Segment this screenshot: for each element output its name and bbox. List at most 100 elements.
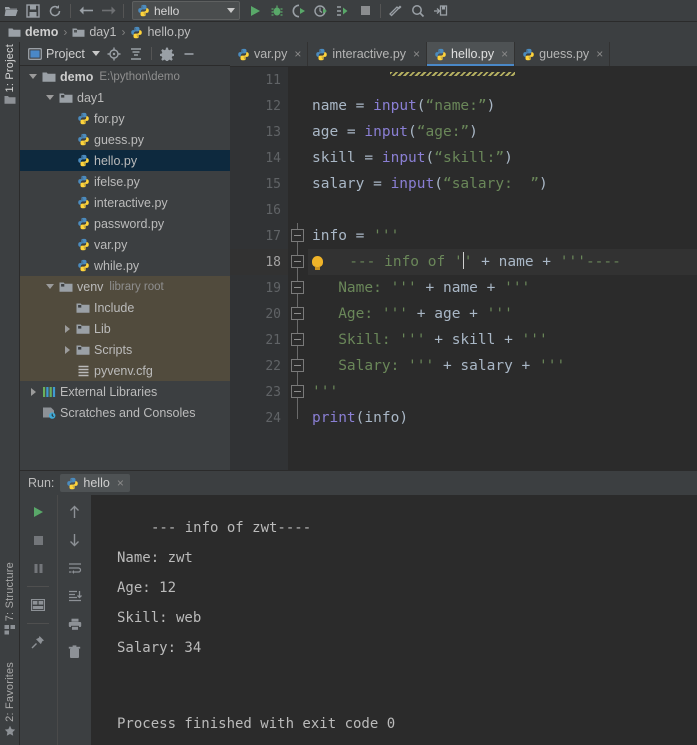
pin-tab-button[interactable] <box>25 629 51 655</box>
run-tab-hello[interactable]: hello × <box>60 474 130 492</box>
fold-region-start-icon[interactable] <box>291 229 304 242</box>
tree-item-venv[interactable]: venv library root <box>20 276 230 297</box>
code-line[interactable] <box>308 197 697 223</box>
build-icon[interactable] <box>385 1 407 21</box>
line-number[interactable]: 18 <box>230 249 288 275</box>
run-more-button[interactable] <box>332 1 354 21</box>
pause-output-button[interactable] <box>25 555 51 581</box>
sidebar-item-favorites[interactable]: 2: Favorites <box>0 662 20 737</box>
tree-item-pyvenv-cfg[interactable]: pyvenv.cfg <box>20 360 230 381</box>
line-number[interactable]: 17 <box>230 223 288 249</box>
fold-region-marker-icon[interactable] <box>291 385 304 398</box>
editor-tab-interactive[interactable]: interactive.py × <box>308 42 428 66</box>
stop-button[interactable] <box>354 1 376 21</box>
save-all-icon[interactable] <box>22 1 44 21</box>
hide-panel-icon[interactable] <box>179 44 199 64</box>
fold-region-marker-icon[interactable] <box>291 307 304 320</box>
search-everywhere-icon[interactable] <box>407 1 429 21</box>
chevron-right-icon[interactable] <box>60 339 74 360</box>
chevron-down-icon[interactable] <box>227 8 235 13</box>
tree-item-external-libraries[interactable]: External Libraries <box>20 381 230 402</box>
project-view-selector[interactable]: Project <box>26 47 102 61</box>
code-line[interactable]: age = input(“age:”) <box>308 119 697 145</box>
close-icon[interactable]: × <box>294 47 301 61</box>
open-folder-icon[interactable] <box>0 1 22 21</box>
fold-cell[interactable] <box>288 327 308 353</box>
code-line[interactable]: Skill: ''' + skill + ''' <box>308 327 697 353</box>
code-pane[interactable]: name = input(“name:”) age = input(“age:”)… <box>308 67 697 470</box>
redo-icon[interactable] <box>97 1 119 21</box>
tree-item-demo[interactable]: demo E:\python\demo <box>20 66 230 87</box>
editor-tab-var[interactable]: var.py × <box>230 42 309 66</box>
line-number[interactable]: 23 <box>230 379 288 405</box>
soft-wrap-button[interactable] <box>62 555 88 581</box>
close-icon[interactable]: × <box>413 47 420 61</box>
tree-item-while-py[interactable]: while.py <box>20 255 230 276</box>
chevron-down-icon[interactable] <box>43 276 57 297</box>
code-line[interactable]: salary = input(“salary: ”) <box>308 171 697 197</box>
editor-tab-guess[interactable]: guess.py × <box>515 42 611 66</box>
settings-gear-icon[interactable] <box>157 44 177 64</box>
tree-item-hello-py[interactable]: hello.py <box>20 150 230 171</box>
breadcrumb-item-demo[interactable]: demo <box>8 25 58 39</box>
clear-all-button[interactable] <box>62 639 88 665</box>
fold-cell[interactable] <box>288 249 308 275</box>
settings-sync-icon[interactable] <box>429 1 451 21</box>
close-icon[interactable]: × <box>596 47 603 61</box>
undo-icon[interactable] <box>75 1 97 21</box>
run-button[interactable] <box>244 1 266 21</box>
editor-body[interactable]: 11 12 13 14 15 16 17 18 19 20 21 22 23 24 name = inpu… <box>230 67 697 470</box>
code-line[interactable]: --- info of '' + name + '''---- <box>308 249 697 275</box>
chevron-down-icon[interactable] <box>91 51 100 56</box>
code-line[interactable]: ''' <box>308 379 697 405</box>
editor-fold-column[interactable] <box>288 67 308 470</box>
breadcrumb-item-hello[interactable]: hello.py <box>130 25 191 39</box>
sidebar-item-structure[interactable]: 7: Structure <box>0 562 20 635</box>
line-number[interactable]: 22 <box>230 353 288 379</box>
sync-icon[interactable] <box>44 1 66 21</box>
select-opened-file-icon[interactable] <box>104 44 124 64</box>
tree-item-interactive-py[interactable]: interactive.py <box>20 192 230 213</box>
line-number[interactable]: 21 <box>230 327 288 353</box>
fold-cell[interactable] <box>288 275 308 301</box>
code-line[interactable]: Salary: ''' + salary + ''' <box>308 353 697 379</box>
chevron-right-icon[interactable] <box>26 381 40 402</box>
line-number[interactable]: 20 <box>230 301 288 327</box>
code-line[interactable]: Name: ''' + name + ''' <box>308 275 697 301</box>
chevron-right-icon[interactable] <box>60 318 74 339</box>
tree-item-include[interactable]: Include <box>20 297 230 318</box>
tree-item-ifelse-py[interactable]: ifelse.py <box>20 171 230 192</box>
up-the-stack-trace-button[interactable] <box>62 499 88 525</box>
code-line[interactable]: Age: ''' + age + ''' <box>308 301 697 327</box>
line-number[interactable]: 13 <box>230 119 288 145</box>
line-number[interactable]: 24 <box>230 405 288 431</box>
code-line[interactable] <box>308 67 697 93</box>
print-button[interactable] <box>62 611 88 637</box>
editor-tab-hello[interactable]: hello.py × <box>427 42 516 66</box>
editor-gutter[interactable]: 11 12 13 14 15 16 17 18 19 20 21 22 23 24 <box>230 67 288 470</box>
fold-region-marker-icon[interactable] <box>291 281 304 294</box>
profile-button[interactable] <box>310 1 332 21</box>
tree-item-password-py[interactable]: password.py <box>20 213 230 234</box>
close-icon[interactable]: × <box>117 476 124 490</box>
fold-region-marker-icon[interactable] <box>291 359 304 372</box>
chevron-down-icon[interactable] <box>43 87 57 108</box>
fold-cell[interactable] <box>288 301 308 327</box>
fold-region-marker-icon[interactable] <box>291 333 304 346</box>
line-number[interactable]: 15 <box>230 171 288 197</box>
line-number[interactable]: 12 <box>230 93 288 119</box>
breadcrumb-item-day1[interactable]: day1 <box>72 25 116 39</box>
project-tree[interactable]: demo E:\python\demo day1 for.py guess.py hell… <box>20 66 230 470</box>
sidebar-item-project[interactable]: 1: Project <box>0 44 20 105</box>
collapse-all-icon[interactable] <box>126 44 146 64</box>
down-the-stack-trace-button[interactable] <box>62 527 88 553</box>
tree-item-day1[interactable]: day1 <box>20 87 230 108</box>
run-console-output[interactable]: --- info of zwt---- Name: zwt Age: 12 Skill… <box>91 495 697 745</box>
code-line[interactable]: skill = input(“skill:”) <box>308 145 697 171</box>
fold-cell[interactable] <box>288 379 308 405</box>
run-with-coverage-button[interactable] <box>288 1 310 21</box>
fold-cell[interactable] <box>288 223 308 249</box>
code-line[interactable]: name = input(“name:”) <box>308 93 697 119</box>
code-line[interactable]: info = ''' <box>308 223 697 249</box>
fold-region-marker-icon[interactable] <box>291 255 304 268</box>
